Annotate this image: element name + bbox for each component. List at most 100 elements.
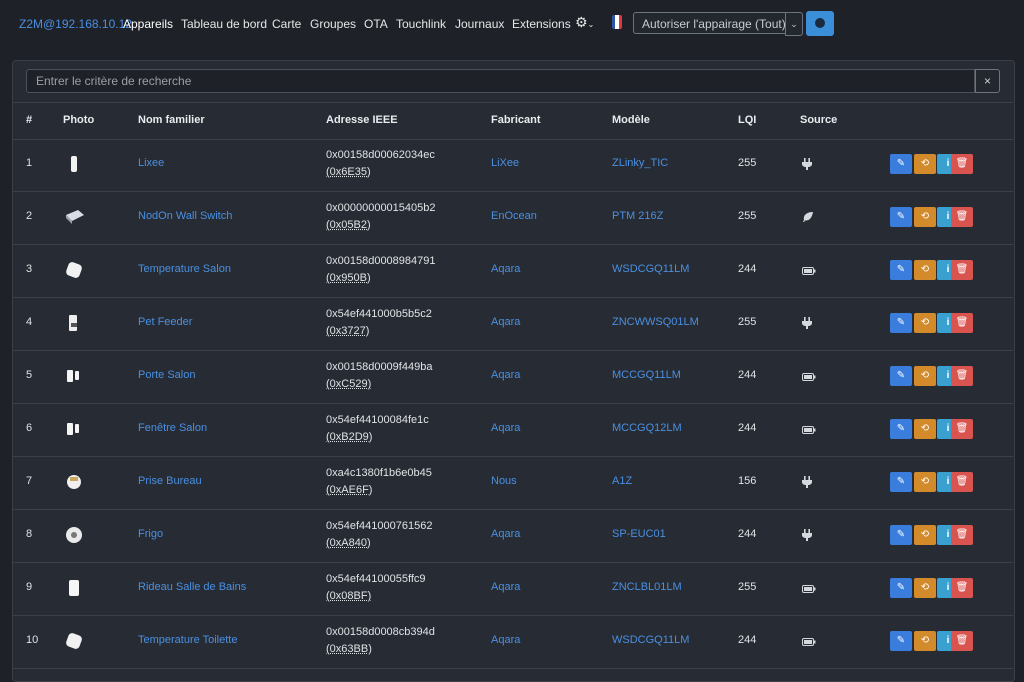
edit-icon[interactable]: ✎ — [890, 366, 912, 386]
col-header-photo[interactable]: Photo — [63, 114, 94, 126]
rename-icon[interactable]: ⟲ — [914, 419, 936, 439]
nav-groups[interactable]: Groupes — [310, 17, 356, 31]
trash-icon[interactable]: 🗑 — [951, 419, 973, 439]
ieee-address: 0x54ef441000761562 — [326, 520, 433, 532]
brand-link[interactable]: Z2M@192.168.10.12 — [19, 17, 132, 31]
rename-icon[interactable]: ⟲ — [914, 472, 936, 492]
vendor-link[interactable]: Aqara — [491, 369, 520, 381]
col-header-source[interactable]: Source — [800, 114, 837, 126]
rename-icon[interactable]: ⟲ — [914, 366, 936, 386]
rename-icon[interactable]: ⟲ — [914, 578, 936, 598]
device-name-link[interactable]: Porte Salon — [138, 369, 195, 381]
col-header-lqi[interactable]: LQI — [738, 114, 756, 126]
edit-icon[interactable]: ✎ — [890, 260, 912, 280]
device-name-link[interactable]: Lixee — [138, 157, 164, 169]
vendor-link[interactable]: Nous — [491, 475, 517, 487]
model-link[interactable]: A1Z — [612, 475, 632, 487]
trash-icon[interactable]: 🗑 — [951, 313, 973, 333]
device-photo[interactable] — [64, 419, 84, 442]
ieee-address: 0x00158d00062034ec — [326, 149, 435, 161]
rename-icon[interactable]: ⟲ — [914, 313, 936, 333]
nav-map[interactable]: Carte — [272, 17, 301, 31]
vendor-link[interactable]: Aqara — [491, 581, 520, 593]
device-photo[interactable] — [64, 366, 84, 389]
gear-icon[interactable]: ⚙⌄ — [575, 14, 594, 31]
trash-icon[interactable]: 🗑 — [951, 525, 973, 545]
nav-extensions[interactable]: Extensions — [512, 17, 571, 31]
chevron-down-icon: ⌄ — [587, 20, 595, 29]
vendor-link[interactable]: LiXee — [491, 157, 519, 169]
model-link[interactable]: WSDCGQ11LM — [612, 634, 689, 646]
col-header-model[interactable]: Modèle — [612, 114, 650, 126]
col-header-name[interactable]: Nom familier — [138, 114, 205, 126]
device-photo[interactable] — [64, 313, 84, 336]
model-link[interactable]: WSDCGQ11LM — [612, 263, 689, 275]
device-name-link[interactable]: Temperature Toilette — [138, 634, 237, 646]
permit-join-dropdown[interactable]: ⌄ — [785, 12, 803, 36]
col-header-vendor[interactable]: Fabricant — [491, 114, 541, 126]
rename-icon[interactable]: ⟲ — [914, 525, 936, 545]
rename-icon[interactable]: ⟲ — [914, 631, 936, 651]
device-name-link[interactable]: Pet Feeder — [138, 316, 192, 328]
edit-icon[interactable]: ✎ — [890, 578, 912, 598]
model-link[interactable]: MCCGQ11LM — [612, 369, 681, 381]
device-name-link[interactable]: Prise Bureau — [138, 475, 202, 487]
device-name-link[interactable]: Frigo — [138, 528, 163, 540]
vendor-link[interactable]: Aqara — [491, 422, 520, 434]
device-photo[interactable] — [64, 207, 84, 230]
model-link[interactable]: ZNCLBL01LM — [612, 581, 682, 593]
nav-touchlink[interactable]: Touchlink — [396, 17, 446, 31]
col-header-ieee[interactable]: Adresse IEEE — [326, 114, 398, 126]
edit-icon[interactable]: ✎ — [890, 631, 912, 651]
nav-ota[interactable]: OTA — [364, 17, 388, 31]
col-header-num[interactable]: # — [26, 114, 32, 126]
rename-icon[interactable]: ⟲ — [914, 154, 936, 174]
device-name-link[interactable]: NodOn Wall Switch — [138, 210, 232, 222]
edit-icon[interactable]: ✎ — [890, 525, 912, 545]
trash-icon[interactable]: 🗑 — [951, 366, 973, 386]
permit-join-button[interactable]: Autoriser l'appairage (Tout) — [633, 12, 801, 34]
rename-icon[interactable]: ⟲ — [914, 207, 936, 227]
device-photo[interactable] — [64, 260, 84, 283]
flag-fr-icon[interactable] — [612, 15, 622, 29]
trash-icon[interactable]: 🗑 — [951, 631, 973, 651]
device-photo[interactable] — [64, 578, 84, 601]
device-photo[interactable] — [64, 631, 84, 654]
row-number: 6 — [26, 422, 33, 434]
nav-logs[interactable]: Journaux — [455, 17, 504, 31]
edit-icon[interactable]: ✎ — [890, 207, 912, 227]
model-link[interactable]: ZLinky_TIC — [612, 157, 668, 169]
trash-icon[interactable]: 🗑 — [951, 472, 973, 492]
edit-icon[interactable]: ✎ — [890, 472, 912, 492]
model-link[interactable]: SP-EUC01 — [612, 528, 666, 540]
device-name-link[interactable]: Temperature Salon — [138, 263, 231, 275]
model-link[interactable]: ZNCWWSQ01LM — [612, 316, 699, 328]
vendor-link[interactable]: Aqara — [491, 528, 520, 540]
connection-status-button[interactable] — [806, 11, 834, 36]
model-link[interactable]: PTM 216Z — [612, 210, 663, 222]
trash-icon[interactable]: 🗑 — [951, 260, 973, 280]
trash-icon[interactable]: 🗑 — [951, 154, 973, 174]
device-photo[interactable] — [64, 525, 84, 548]
clear-search-button[interactable]: × — [975, 69, 1000, 93]
edit-icon[interactable]: ✎ — [890, 419, 912, 439]
trash-icon[interactable]: 🗑 — [951, 578, 973, 598]
edit-icon[interactable]: ✎ — [890, 313, 912, 333]
search-input[interactable]: Entrer le critère de recherche — [26, 69, 975, 93]
trash-icon[interactable]: 🗑 — [951, 207, 973, 227]
nav-dashboard[interactable]: Tableau de bord — [181, 17, 267, 31]
vendor-link[interactable]: Aqara — [491, 263, 520, 275]
row-number: 3 — [26, 263, 33, 275]
ieee-address: 0x00158d0009f449ba — [326, 361, 433, 373]
device-name-link[interactable]: Rideau Salle de Bains — [138, 581, 246, 593]
vendor-link[interactable]: EnOcean — [491, 210, 537, 222]
device-photo[interactable] — [64, 472, 84, 495]
model-link[interactable]: MCCGQ12LM — [612, 422, 682, 434]
vendor-link[interactable]: Aqara — [491, 634, 520, 646]
device-photo[interactable] — [64, 154, 84, 177]
device-name-link[interactable]: Fenêtre Salon — [138, 422, 207, 434]
edit-icon[interactable]: ✎ — [890, 154, 912, 174]
nav-devices[interactable]: Appareils — [123, 17, 173, 31]
rename-icon[interactable]: ⟲ — [914, 260, 936, 280]
vendor-link[interactable]: Aqara — [491, 316, 520, 328]
